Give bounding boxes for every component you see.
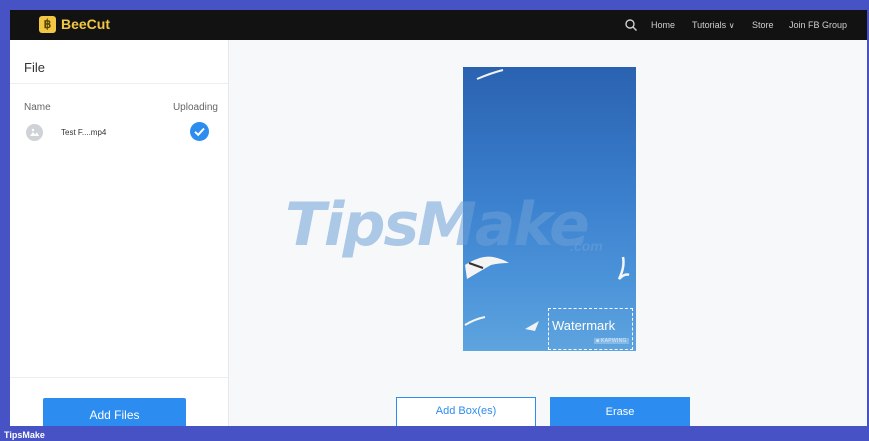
divider xyxy=(10,377,228,378)
nav-home[interactable]: Home xyxy=(651,10,675,40)
column-header-uploading: Uploading xyxy=(172,102,218,113)
nav-join-fb-group[interactable]: Join FB Group xyxy=(789,10,847,40)
footer-brand: TipsMake xyxy=(4,430,45,440)
nav-tutorials[interactable]: Tutorials ∨ xyxy=(692,10,735,40)
beecut-logo-icon[interactable]: ฿ xyxy=(39,16,56,33)
nav-store[interactable]: Store xyxy=(752,10,774,40)
app-name[interactable]: BeeCut xyxy=(61,16,110,33)
tipsmake-watermark-suffix: .com xyxy=(570,238,603,254)
nav-tutorials-label: Tutorials xyxy=(692,20,727,30)
file-sidebar: File Name Uploading Test F....mp4 Add Fi… xyxy=(10,40,229,426)
check-icon xyxy=(190,122,209,141)
column-header-name: Name xyxy=(24,102,51,113)
top-navbar: ฿ BeeCut Home Tutorials ∨ Store Join FB … xyxy=(10,10,867,40)
chevron-down-icon: ∨ xyxy=(728,21,735,30)
watermark-selection-box[interactable]: Watermark ■ KAPWING xyxy=(548,308,633,350)
tipsmake-watermark: TipsMake xyxy=(285,190,590,260)
erase-button[interactable]: Erase xyxy=(550,397,690,426)
add-files-button[interactable]: Add Files xyxy=(43,398,186,426)
divider xyxy=(10,83,228,84)
file-name: Test F....mp4 xyxy=(61,128,107,137)
sidebar-title: File xyxy=(24,60,45,75)
app-window: ฿ BeeCut Home Tutorials ∨ Store Join FB … xyxy=(10,10,867,426)
kapwing-logo: ■ KAPWING xyxy=(594,338,629,344)
image-file-icon xyxy=(26,124,43,141)
search-icon[interactable] xyxy=(624,18,638,32)
watermark-text: Watermark xyxy=(552,318,616,333)
add-box-button[interactable]: Add Box(es) xyxy=(396,397,536,426)
